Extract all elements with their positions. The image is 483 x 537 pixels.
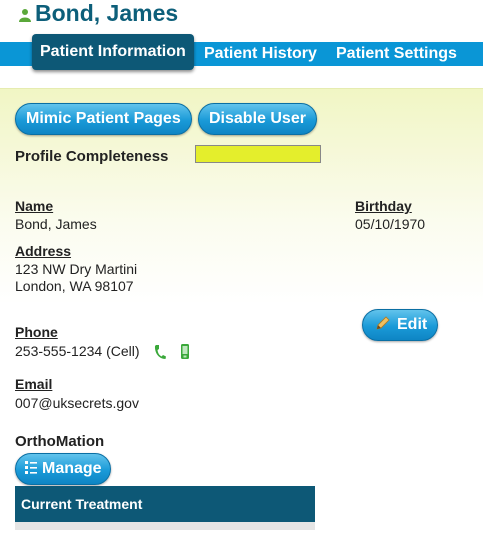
manage-button-label: Manage (42, 460, 102, 477)
phone-value: 253-555-1234 (Cell) (15, 343, 140, 359)
profile-completeness-fill (196, 146, 320, 162)
tab-bar: Patient Information Patient History Pati… (0, 34, 483, 70)
phone-label: Phone (15, 324, 58, 340)
manage-button[interactable]: Manage (15, 453, 111, 485)
profile-completeness-label: Profile Completeness (15, 148, 169, 165)
mobile-icon (181, 344, 189, 359)
tab-patient-settings[interactable]: Patient Settings (336, 42, 457, 66)
user-icon (19, 9, 31, 22)
name-label: Name (15, 198, 54, 214)
list-icon (25, 461, 37, 474)
edit-button-label: Edit (397, 316, 428, 333)
current-treatment-body (15, 522, 315, 530)
orthomation-title: OrthoMation (15, 433, 105, 450)
name-value: Bond, James (15, 216, 97, 232)
birthday-value: 05/10/1970 (355, 216, 426, 232)
profile-completeness-bar (195, 145, 321, 163)
address-label: Address (15, 243, 72, 259)
address-line2: London, WA 98107 (15, 278, 134, 294)
tab-patient-history[interactable]: Patient History (204, 42, 317, 66)
disable-user-button[interactable]: Disable User (198, 103, 317, 135)
page-header: Bond, James (0, 0, 483, 34)
phone-icon (154, 345, 166, 359)
edit-button[interactable]: Edit (362, 309, 439, 341)
tab-patient-information[interactable]: Patient Information (32, 34, 194, 70)
pencil-icon (376, 316, 390, 330)
mimic-patient-pages-button[interactable]: Mimic Patient Pages (15, 103, 192, 135)
page-title: Bond, James (35, 0, 179, 26)
address-line1: 123 NW Dry Martini (15, 261, 138, 277)
email-value[interactable]: 007@uksecrets.gov (15, 395, 139, 412)
birthday-label: Birthday (355, 198, 412, 214)
email-label: Email (15, 376, 53, 392)
current-treatment-header: Current Treatment (15, 486, 315, 522)
